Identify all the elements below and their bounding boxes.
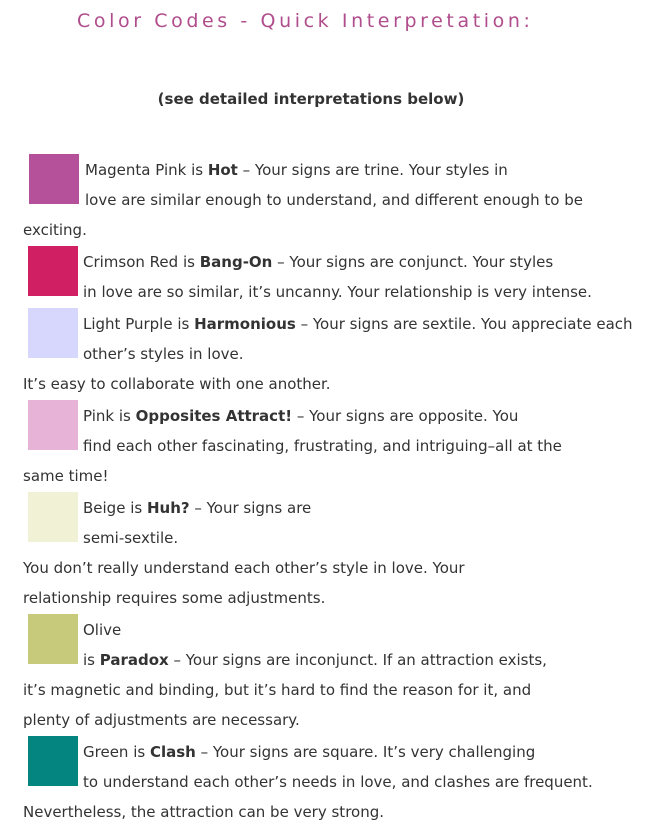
color-swatch-magenta-pink xyxy=(29,154,79,204)
entry-line: Green is Clash – Your signs are square. … xyxy=(83,743,536,761)
color-swatch-light-purple xyxy=(28,308,78,358)
entry-line: plenty of adjustments are necessary. xyxy=(23,711,300,729)
entry-line: semi-sextile. xyxy=(83,529,179,547)
entry-keyword: Clash xyxy=(149,743,196,761)
entry-line: same time! xyxy=(23,467,109,485)
entry-line: relationship requires some adjustments. xyxy=(23,589,326,607)
color-swatch-olive xyxy=(28,614,78,664)
color-swatch-pink xyxy=(28,400,78,450)
entry-line: It’s easy to collaborate with one anothe… xyxy=(23,375,331,393)
entry-keyword: Bang-On xyxy=(199,253,273,271)
entry-line: is Paradox – Your signs are inconjunct. … xyxy=(83,651,547,669)
entry-keyword: Opposites Attract! xyxy=(135,407,293,425)
entry-line: Magenta Pink is Hot – Your signs are tri… xyxy=(85,161,508,179)
entry-line: it’s magnetic and binding, but it’s hard… xyxy=(23,681,532,699)
entry-line: other’s styles in love. xyxy=(83,345,244,363)
entry-line: Pink is Opposites Attract! – Your signs … xyxy=(83,407,519,425)
entry-keyword: Hot xyxy=(207,161,238,179)
entry-keyword: Harmonious xyxy=(194,315,296,333)
entry-line: to understand each other’s needs in love… xyxy=(83,773,593,791)
page-title: Color Codes - Quick Interpretation: xyxy=(77,10,534,32)
entry-line: Nevertheless, the attraction can be very… xyxy=(23,803,385,821)
color-swatch-green xyxy=(28,736,78,786)
page-subtitle: (see detailed interpretations below) xyxy=(157,90,465,108)
color-swatch-crimson-red xyxy=(28,246,78,296)
entry-line: Beige is Huh? – Your signs are xyxy=(83,499,312,517)
entry-line: Crimson Red is Bang-On – Your signs are … xyxy=(83,253,554,271)
entry-line: Light Purple is Harmonious – Your signs … xyxy=(83,315,633,333)
entry-line: You don’t really understand each other’s… xyxy=(23,559,465,577)
entry-keyword: Paradox xyxy=(99,651,169,669)
entry-line: in love are so similar, it’s uncanny. Yo… xyxy=(83,283,592,301)
color-swatch-beige xyxy=(28,492,78,542)
entry-line: exciting. xyxy=(23,221,87,239)
entry-line: find each other fascinating, frustrating… xyxy=(83,437,562,455)
entry-line: love are similar enough to understand, a… xyxy=(85,191,583,209)
entry-keyword: Huh? xyxy=(146,499,190,517)
entry-line: Olive xyxy=(83,621,122,639)
